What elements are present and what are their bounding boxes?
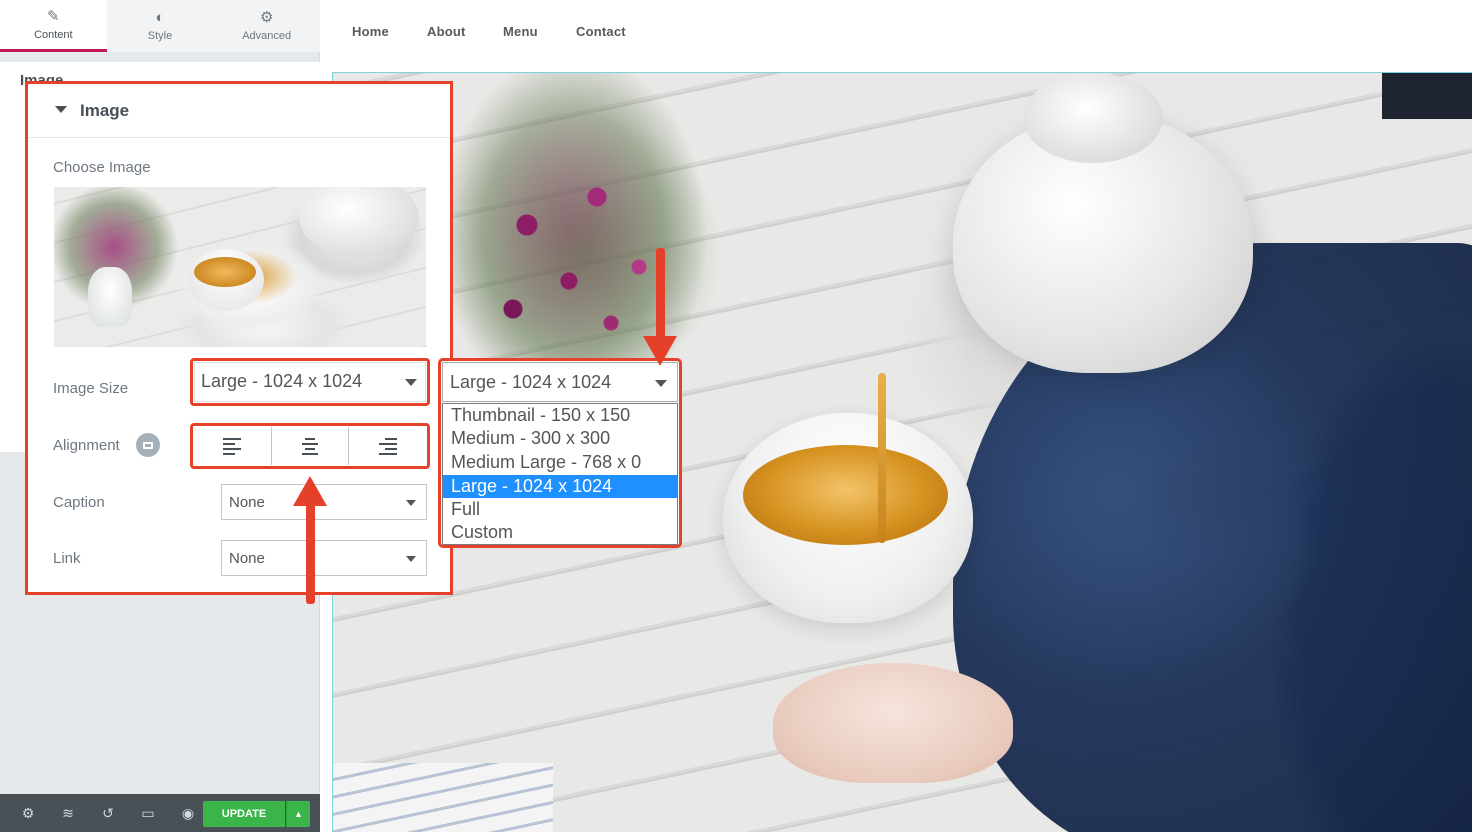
right-align-icon <box>378 437 397 455</box>
option-full[interactable]: Full <box>443 498 677 521</box>
option-thumbnail[interactable]: Thumbnail - 150 x 150 <box>443 404 677 427</box>
tab-label: Style <box>147 30 173 42</box>
tea <box>194 257 256 287</box>
choose-image-label: Choose Image <box>53 159 151 176</box>
arrow-down-shaft <box>656 248 665 340</box>
left-align-icon <box>223 437 242 455</box>
arrow-up-shaft <box>306 504 315 604</box>
chevron-down-icon <box>406 556 416 562</box>
chevron-down-icon <box>405 379 417 386</box>
panel-tabs: ✎ Content ◐ Style ⚙ Advanced <box>0 0 320 52</box>
site-navigation: Home About Menu Contact <box>320 0 1484 62</box>
vase <box>88 267 132 327</box>
tab-content[interactable]: ✎ Content <box>0 0 107 52</box>
tab-style[interactable]: ◐ Style <box>107 0 214 52</box>
tea-stream <box>878 373 886 543</box>
section-header-image[interactable]: Image <box>28 84 450 138</box>
image-size-dropdown[interactable]: Large - 1024 x 1024 <box>442 362 678 402</box>
image-settings-panel: Image Choose Image Image Size Alignment … <box>25 81 453 595</box>
nav-link-contact[interactable]: Contact <box>576 24 626 39</box>
teapot <box>299 187 419 257</box>
option-large[interactable]: Large - 1024 x 1024 <box>443 475 677 498</box>
eye-icon[interactable]: ◉ <box>168 794 208 832</box>
tea <box>743 445 948 545</box>
teapot-lid <box>1023 73 1163 163</box>
caption-label: Caption <box>53 494 105 511</box>
hand <box>773 663 1013 783</box>
chevron-down-icon <box>406 500 416 506</box>
flowers <box>443 113 723 393</box>
caption-value: None <box>229 494 265 511</box>
image-size-select[interactable]: Large - 1024 x 1024 <box>194 362 426 402</box>
link-label: Link <box>53 550 81 567</box>
update-options-button[interactable]: ▲ <box>286 801 310 827</box>
image-size-value: Large - 1024 x 1024 <box>201 371 363 391</box>
pencil-icon: ✎ <box>47 7 60 25</box>
layers-icon[interactable]: ≋ <box>48 794 88 832</box>
contrast-icon: ◐ <box>155 9 165 26</box>
align-center-button[interactable] <box>272 427 350 465</box>
caret-down-icon <box>55 106 67 113</box>
alignment-control <box>194 427 426 465</box>
link-value: None <box>229 550 265 567</box>
option-medium[interactable]: Medium - 300 x 300 <box>443 427 677 450</box>
tab-advanced[interactable]: ⚙ Advanced <box>213 0 320 52</box>
link-select[interactable]: None <box>221 540 427 576</box>
option-custom[interactable]: Custom <box>443 521 677 544</box>
tab-label: Content <box>34 28 73 41</box>
nav-link-home[interactable]: Home <box>352 24 389 39</box>
image-size-options: Thumbnail - 150 x 150 Medium - 300 x 300… <box>442 403 678 545</box>
arrow-up-icon <box>293 476 327 506</box>
history-icon[interactable]: ↺ <box>88 794 128 832</box>
center-align-icon <box>301 437 319 455</box>
responsive-icon[interactable]: ▭ <box>128 794 168 832</box>
chevron-down-icon <box>655 380 667 387</box>
gear-icon: ⚙ <box>259 9 274 26</box>
gear-icon[interactable]: ⚙ <box>8 794 48 832</box>
napkin <box>333 763 553 832</box>
tab-label: Advanced <box>242 30 292 42</box>
align-right-button[interactable] <box>349 427 426 465</box>
section-title: Image <box>80 101 130 120</box>
arrow-down-icon <box>643 336 677 366</box>
align-left-button[interactable] <box>194 427 272 465</box>
update-button[interactable]: UPDATE <box>203 801 285 827</box>
image-size-label: Image Size <box>53 380 129 397</box>
dropdown-selected-value: Large - 1024 x 1024 <box>450 372 612 392</box>
nav-link-about[interactable]: About <box>427 24 466 39</box>
option-medium-large[interactable]: Medium Large - 768 x 0 <box>443 451 677 474</box>
alignment-label: Alignment <box>53 437 120 454</box>
responsive-icon[interactable] <box>136 433 160 457</box>
image-preview[interactable] <box>54 187 426 347</box>
corner-shadow <box>1382 73 1472 119</box>
nav-link-menu[interactable]: Menu <box>503 24 538 39</box>
